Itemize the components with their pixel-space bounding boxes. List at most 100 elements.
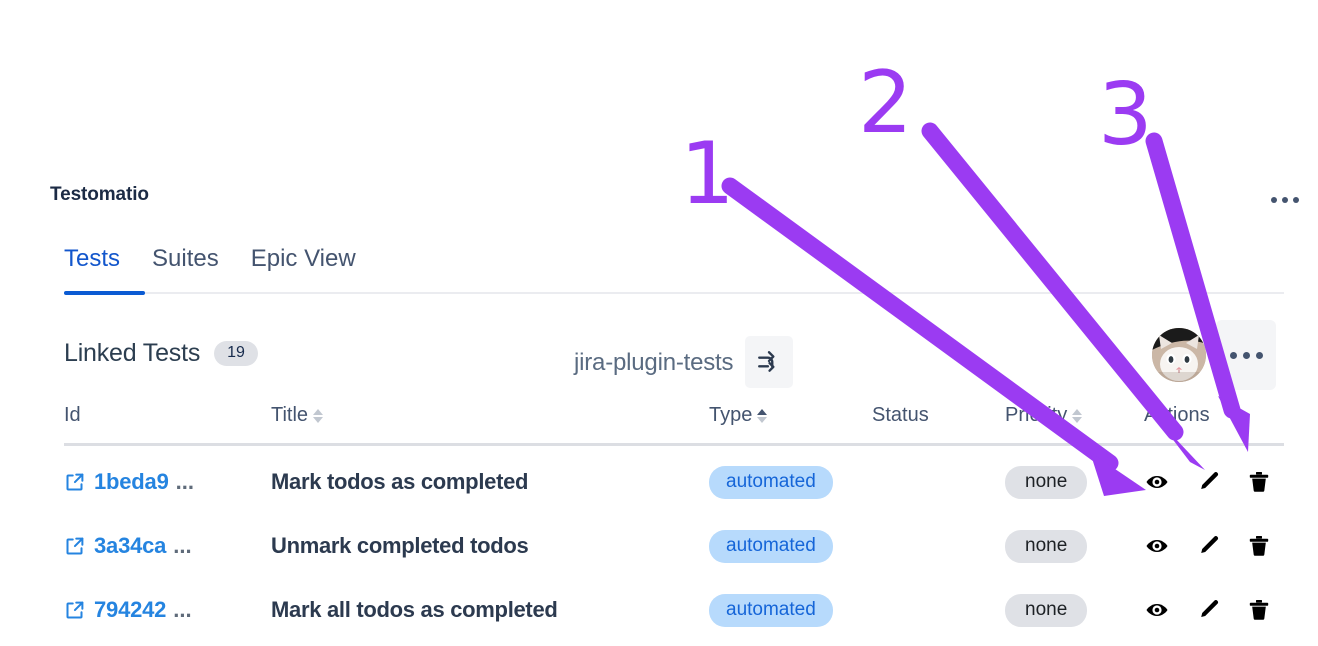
delete-action-icon xyxy=(1249,472,1269,492)
column-header-actions-label: Actions xyxy=(1144,404,1210,426)
dot-icon xyxy=(1271,197,1277,203)
priority-badge: none xyxy=(1005,465,1088,499)
toolbar-overflow-menu-button[interactable] xyxy=(1216,320,1276,390)
test-type: automated xyxy=(709,578,833,642)
tab-epic-view[interactable]: Epic View xyxy=(251,245,356,282)
tab-suites[interactable]: Suites xyxy=(152,245,219,282)
edit-action-button[interactable] xyxy=(1195,469,1221,495)
test-priority: none xyxy=(1005,578,1088,642)
edit-action-button[interactable] xyxy=(1195,533,1221,559)
column-header-title-label: Title xyxy=(271,404,309,426)
view-action-button[interactable] xyxy=(1144,469,1170,495)
column-header-type[interactable]: Type xyxy=(709,404,768,427)
dot-icon xyxy=(1229,351,1237,359)
annotation-label-3: 3 xyxy=(1098,65,1153,165)
test-title-text: Unmark completed todos xyxy=(271,533,529,558)
branch-sync-icon xyxy=(758,351,775,372)
branch-sync-button[interactable] xyxy=(745,336,794,388)
external-link-icon xyxy=(64,472,85,493)
linked-tests-count-badge: 19 xyxy=(214,341,258,366)
column-header-id: Id xyxy=(64,404,81,427)
test-type: automated xyxy=(709,514,833,578)
annotation-label-2: 2 xyxy=(858,53,913,153)
row-actions xyxy=(1144,578,1272,642)
table-row[interactable]: 1beda9 ... Mark todos as completed autom… xyxy=(64,450,1284,514)
dot-icon xyxy=(1282,197,1288,203)
test-priority: none xyxy=(1005,450,1088,514)
testomatio-panel: Testomatio Tests Suites Epic View Linked… xyxy=(0,0,1318,646)
linked-tests-heading: Linked Tests 19 xyxy=(64,339,258,368)
cat-avatar-image xyxy=(1152,328,1206,382)
linked-tests-label: Linked Tests xyxy=(64,339,201,367)
panel-overflow-menu-button[interactable] xyxy=(1266,186,1304,214)
column-header-priority-label: Priority xyxy=(1005,404,1068,426)
delete-action-button[interactable] xyxy=(1246,469,1272,495)
dot-icon xyxy=(1255,351,1263,359)
column-header-priority[interactable]: Priority xyxy=(1005,404,1083,427)
view-action-icon xyxy=(1146,604,1168,616)
view-action-icon xyxy=(1146,540,1168,552)
active-tab-indicator xyxy=(64,291,145,295)
test-title[interactable]: Mark todos as completed xyxy=(271,450,528,514)
tab-bar-divider xyxy=(64,292,1284,294)
column-header-id-label: Id xyxy=(64,404,81,426)
type-badge: automated xyxy=(709,529,833,563)
edit-action-icon xyxy=(1201,600,1219,617)
delete-action-button[interactable] xyxy=(1246,533,1272,559)
column-header-status: Status xyxy=(872,404,929,427)
dot-icon xyxy=(1242,351,1250,359)
edit-action-icon xyxy=(1201,536,1219,553)
edit-action-icon xyxy=(1201,472,1219,489)
dot-icon xyxy=(1293,197,1299,203)
view-action-button[interactable] xyxy=(1144,533,1170,559)
project-name-label: jira-plugin-tests xyxy=(574,349,734,376)
test-id-link[interactable]: 3a34ca ... xyxy=(64,514,192,578)
delete-action-button[interactable] xyxy=(1246,597,1272,623)
column-header-type-label: Type xyxy=(709,404,753,426)
avatar[interactable] xyxy=(1152,328,1206,382)
test-id-value: 3a34ca xyxy=(94,533,167,558)
test-title[interactable]: Unmark completed todos xyxy=(271,514,529,578)
priority-badge: none xyxy=(1005,529,1088,563)
delete-action-icon xyxy=(1249,600,1269,620)
type-badge: automated xyxy=(709,593,833,627)
test-id-value: 794242 xyxy=(94,597,167,622)
row-actions xyxy=(1144,514,1272,578)
type-badge: automated xyxy=(709,465,833,499)
test-id-value: 1beda9 xyxy=(94,469,169,494)
test-id-ellipsis: ... xyxy=(175,469,194,494)
test-id-link[interactable]: 1beda9 ... xyxy=(64,450,194,514)
table-header-divider xyxy=(64,443,1284,446)
test-id-ellipsis: ... xyxy=(173,533,192,558)
delete-action-icon xyxy=(1249,536,1269,556)
column-header-title[interactable]: Title xyxy=(271,404,324,427)
table-row[interactable]: 3a34ca ... Unmark completed todos automa… xyxy=(64,514,1284,578)
column-header-actions: Actions xyxy=(1144,404,1210,427)
annotation-label-1: 1 xyxy=(680,124,735,224)
sort-indicator-icon xyxy=(1072,409,1083,423)
table-row[interactable]: 794242 ... Mark all todos as completed a… xyxy=(64,578,1284,642)
column-header-status-label: Status xyxy=(872,404,929,426)
page-title: Testomatio xyxy=(50,184,149,205)
linked-tests-table: Id Title Type Status Priority Actions 1b… xyxy=(64,400,1284,627)
priority-badge: none xyxy=(1005,593,1088,627)
test-title-text: Mark todos as completed xyxy=(271,469,529,494)
tab-tests[interactable]: Tests xyxy=(64,245,120,282)
test-title-text: Mark all todos as completed xyxy=(271,597,558,622)
project-selector: jira-plugin-tests xyxy=(574,336,794,388)
sort-indicator-icon xyxy=(757,409,768,423)
external-link-icon xyxy=(64,536,85,557)
test-id-link[interactable]: 794242 ... xyxy=(64,578,192,642)
edit-action-button[interactable] xyxy=(1195,597,1221,623)
sort-indicator-icon xyxy=(313,409,324,423)
test-title[interactable]: Mark all todos as completed xyxy=(271,578,558,642)
row-actions xyxy=(1144,450,1272,514)
tab-bar: Tests Suites Epic View xyxy=(64,245,356,282)
view-action-button[interactable] xyxy=(1144,597,1170,623)
test-priority: none xyxy=(1005,514,1088,578)
external-link-icon xyxy=(64,600,85,621)
test-id-ellipsis: ... xyxy=(173,597,192,622)
table-body: 1beda9 ... Mark todos as completed autom… xyxy=(64,450,1284,642)
test-type: automated xyxy=(709,450,833,514)
view-action-icon xyxy=(1146,476,1168,488)
